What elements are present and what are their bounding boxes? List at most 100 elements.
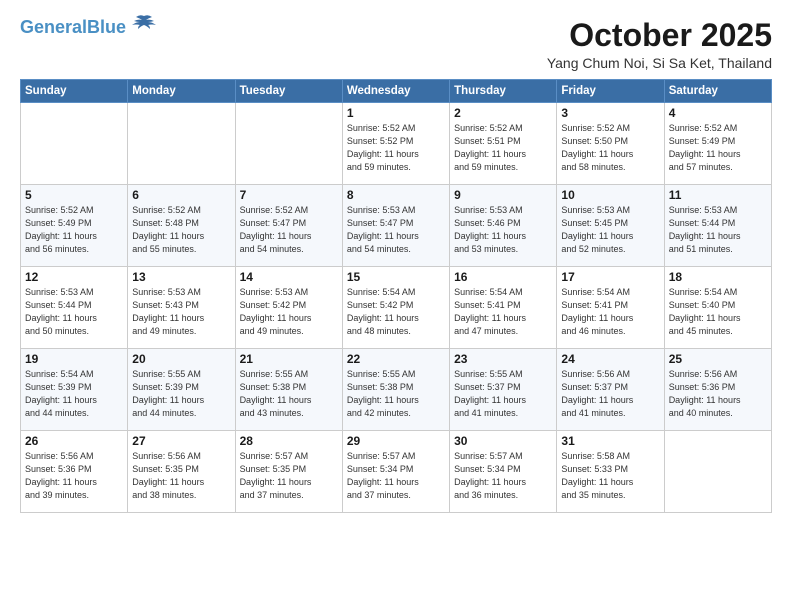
- calendar-cell: 8 Sunrise: 5:53 AM Sunset: 5:47 PM Daylig…: [342, 185, 449, 267]
- calendar-week-row: 19Sunrise: 5:54 AM Sunset: 5:39 PM Dayli…: [21, 349, 772, 431]
- calendar-cell: 3Sunrise: 5:52 AM Sunset: 5:50 PM Daylig…: [557, 103, 664, 185]
- day-number: 29: [347, 434, 445, 448]
- day-number: 25: [669, 352, 767, 366]
- day-info: Sunrise: 5:55 AM Sunset: 5:39 PM Dayligh…: [132, 368, 230, 420]
- calendar-header-sunday: Sunday: [21, 80, 128, 103]
- calendar-header-saturday: Saturday: [664, 80, 771, 103]
- day-number: 12: [25, 270, 123, 284]
- calendar-cell: 9 Sunrise: 5:53 AM Sunset: 5:46 PM Daylig…: [450, 185, 557, 267]
- calendar-week-row: 26 Sunrise: 5:56 AM Sunset: 5:36 PM Dayli…: [21, 431, 772, 513]
- calendar-week-row: 12Sunrise: 5:53 AM Sunset: 5:44 PM Dayli…: [21, 267, 772, 349]
- day-number: 31: [561, 434, 659, 448]
- calendar-cell: 14 Sunrise: 5:53 AM Sunset: 5:42 PM Dayli…: [235, 267, 342, 349]
- calendar-cell: 2 Sunrise: 5:52 AM Sunset: 5:51 PM Daylig…: [450, 103, 557, 185]
- calendar-cell: 22Sunrise: 5:55 AM Sunset: 5:38 PM Dayli…: [342, 349, 449, 431]
- day-number: 16: [454, 270, 552, 284]
- calendar-cell: 12Sunrise: 5:53 AM Sunset: 5:44 PM Dayli…: [21, 267, 128, 349]
- logo-general: General: [20, 17, 87, 37]
- day-info: Sunrise: 5:56 AM Sunset: 5:35 PM Dayligh…: [132, 450, 230, 502]
- day-info: Sunrise: 5:53 AM Sunset: 5:43 PM Dayligh…: [132, 286, 230, 338]
- day-number: 30: [454, 434, 552, 448]
- day-info: Sunrise: 5:55 AM Sunset: 5:37 PM Dayligh…: [454, 368, 552, 420]
- calendar-cell: 17Sunrise: 5:54 AM Sunset: 5:41 PM Dayli…: [557, 267, 664, 349]
- day-number: 24: [561, 352, 659, 366]
- calendar-cell: 29 Sunrise: 5:57 AM Sunset: 5:34 PM Dayli…: [342, 431, 449, 513]
- day-info: Sunrise: 5:53 AM Sunset: 5:47 PM Dayligh…: [347, 204, 445, 256]
- day-info: Sunrise: 5:53 AM Sunset: 5:45 PM Dayligh…: [561, 204, 659, 256]
- logo-text: GeneralBlue: [20, 18, 126, 36]
- calendar-cell: 13 Sunrise: 5:53 AM Sunset: 5:43 PM Dayli…: [128, 267, 235, 349]
- calendar-cell: 6Sunrise: 5:52 AM Sunset: 5:48 PM Daylig…: [128, 185, 235, 267]
- calendar-header-monday: Monday: [128, 80, 235, 103]
- calendar-cell: 21 Sunrise: 5:55 AM Sunset: 5:38 PM Dayli…: [235, 349, 342, 431]
- day-number: 23: [454, 352, 552, 366]
- calendar-cell: 23 Sunrise: 5:55 AM Sunset: 5:37 PM Dayli…: [450, 349, 557, 431]
- day-info: Sunrise: 5:53 AM Sunset: 5:42 PM Dayligh…: [240, 286, 338, 338]
- day-info: Sunrise: 5:57 AM Sunset: 5:34 PM Dayligh…: [347, 450, 445, 502]
- calendar-cell: 5 Sunrise: 5:52 AM Sunset: 5:49 PM Daylig…: [21, 185, 128, 267]
- calendar: SundayMondayTuesdayWednesdayThursdayFrid…: [20, 79, 772, 513]
- day-number: 7: [240, 188, 338, 202]
- calendar-cell: 30 Sunrise: 5:57 AM Sunset: 5:34 PM Dayli…: [450, 431, 557, 513]
- calendar-cell: 31 Sunrise: 5:58 AM Sunset: 5:33 PM Dayli…: [557, 431, 664, 513]
- day-number: 26: [25, 434, 123, 448]
- page: GeneralBlue October 2025 Yang Chum Noi, …: [0, 0, 792, 612]
- day-info: Sunrise: 5:54 AM Sunset: 5:41 PM Dayligh…: [454, 286, 552, 338]
- logo-blue: Blue: [87, 17, 126, 37]
- day-number: 13: [132, 270, 230, 284]
- day-number: 8: [347, 188, 445, 202]
- calendar-cell: 24 Sunrise: 5:56 AM Sunset: 5:37 PM Dayli…: [557, 349, 664, 431]
- calendar-header-thursday: Thursday: [450, 80, 557, 103]
- day-info: Sunrise: 5:52 AM Sunset: 5:47 PM Dayligh…: [240, 204, 338, 256]
- day-number: 6: [132, 188, 230, 202]
- logo-bird-icon: [130, 14, 158, 32]
- day-info: Sunrise: 5:57 AM Sunset: 5:34 PM Dayligh…: [454, 450, 552, 502]
- calendar-cell: 4Sunrise: 5:52 AM Sunset: 5:49 PM Daylig…: [664, 103, 771, 185]
- day-number: 11: [669, 188, 767, 202]
- calendar-cell: [128, 103, 235, 185]
- day-info: Sunrise: 5:54 AM Sunset: 5:40 PM Dayligh…: [669, 286, 767, 338]
- calendar-cell: 11 Sunrise: 5:53 AM Sunset: 5:44 PM Dayli…: [664, 185, 771, 267]
- day-number: 3: [561, 106, 659, 120]
- day-number: 9: [454, 188, 552, 202]
- day-number: 17: [561, 270, 659, 284]
- calendar-cell: 15Sunrise: 5:54 AM Sunset: 5:42 PM Dayli…: [342, 267, 449, 349]
- calendar-cell: 19Sunrise: 5:54 AM Sunset: 5:39 PM Dayli…: [21, 349, 128, 431]
- day-info: Sunrise: 5:56 AM Sunset: 5:37 PM Dayligh…: [561, 368, 659, 420]
- day-info: Sunrise: 5:52 AM Sunset: 5:52 PM Dayligh…: [347, 122, 445, 174]
- day-number: 14: [240, 270, 338, 284]
- day-number: 10: [561, 188, 659, 202]
- day-info: Sunrise: 5:55 AM Sunset: 5:38 PM Dayligh…: [240, 368, 338, 420]
- day-info: Sunrise: 5:53 AM Sunset: 5:44 PM Dayligh…: [669, 204, 767, 256]
- calendar-cell: 25 Sunrise: 5:56 AM Sunset: 5:36 PM Dayli…: [664, 349, 771, 431]
- title-block: October 2025 Yang Chum Noi, Si Sa Ket, T…: [547, 18, 772, 71]
- calendar-cell: [235, 103, 342, 185]
- day-number: 5: [25, 188, 123, 202]
- day-number: 22: [347, 352, 445, 366]
- day-info: Sunrise: 5:52 AM Sunset: 5:49 PM Dayligh…: [669, 122, 767, 174]
- day-info: Sunrise: 5:58 AM Sunset: 5:33 PM Dayligh…: [561, 450, 659, 502]
- day-info: Sunrise: 5:52 AM Sunset: 5:49 PM Dayligh…: [25, 204, 123, 256]
- calendar-cell: 16 Sunrise: 5:54 AM Sunset: 5:41 PM Dayli…: [450, 267, 557, 349]
- day-number: 27: [132, 434, 230, 448]
- day-number: 2: [454, 106, 552, 120]
- calendar-cell: 7 Sunrise: 5:52 AM Sunset: 5:47 PM Daylig…: [235, 185, 342, 267]
- calendar-header-wednesday: Wednesday: [342, 80, 449, 103]
- calendar-cell: 18Sunrise: 5:54 AM Sunset: 5:40 PM Dayli…: [664, 267, 771, 349]
- header: GeneralBlue October 2025 Yang Chum Noi, …: [20, 18, 772, 71]
- calendar-cell: 28 Sunrise: 5:57 AM Sunset: 5:35 PM Dayli…: [235, 431, 342, 513]
- day-info: Sunrise: 5:56 AM Sunset: 5:36 PM Dayligh…: [25, 450, 123, 502]
- location-title: Yang Chum Noi, Si Sa Ket, Thailand: [547, 55, 772, 71]
- day-number: 21: [240, 352, 338, 366]
- calendar-header-row: SundayMondayTuesdayWednesdayThursdayFrid…: [21, 80, 772, 103]
- calendar-cell: [21, 103, 128, 185]
- day-number: 28: [240, 434, 338, 448]
- day-number: 15: [347, 270, 445, 284]
- day-info: Sunrise: 5:53 AM Sunset: 5:46 PM Dayligh…: [454, 204, 552, 256]
- day-info: Sunrise: 5:56 AM Sunset: 5:36 PM Dayligh…: [669, 368, 767, 420]
- day-info: Sunrise: 5:57 AM Sunset: 5:35 PM Dayligh…: [240, 450, 338, 502]
- logo: GeneralBlue: [20, 18, 158, 36]
- calendar-cell: 27 Sunrise: 5:56 AM Sunset: 5:35 PM Dayli…: [128, 431, 235, 513]
- calendar-cell: [664, 431, 771, 513]
- day-info: Sunrise: 5:52 AM Sunset: 5:51 PM Dayligh…: [454, 122, 552, 174]
